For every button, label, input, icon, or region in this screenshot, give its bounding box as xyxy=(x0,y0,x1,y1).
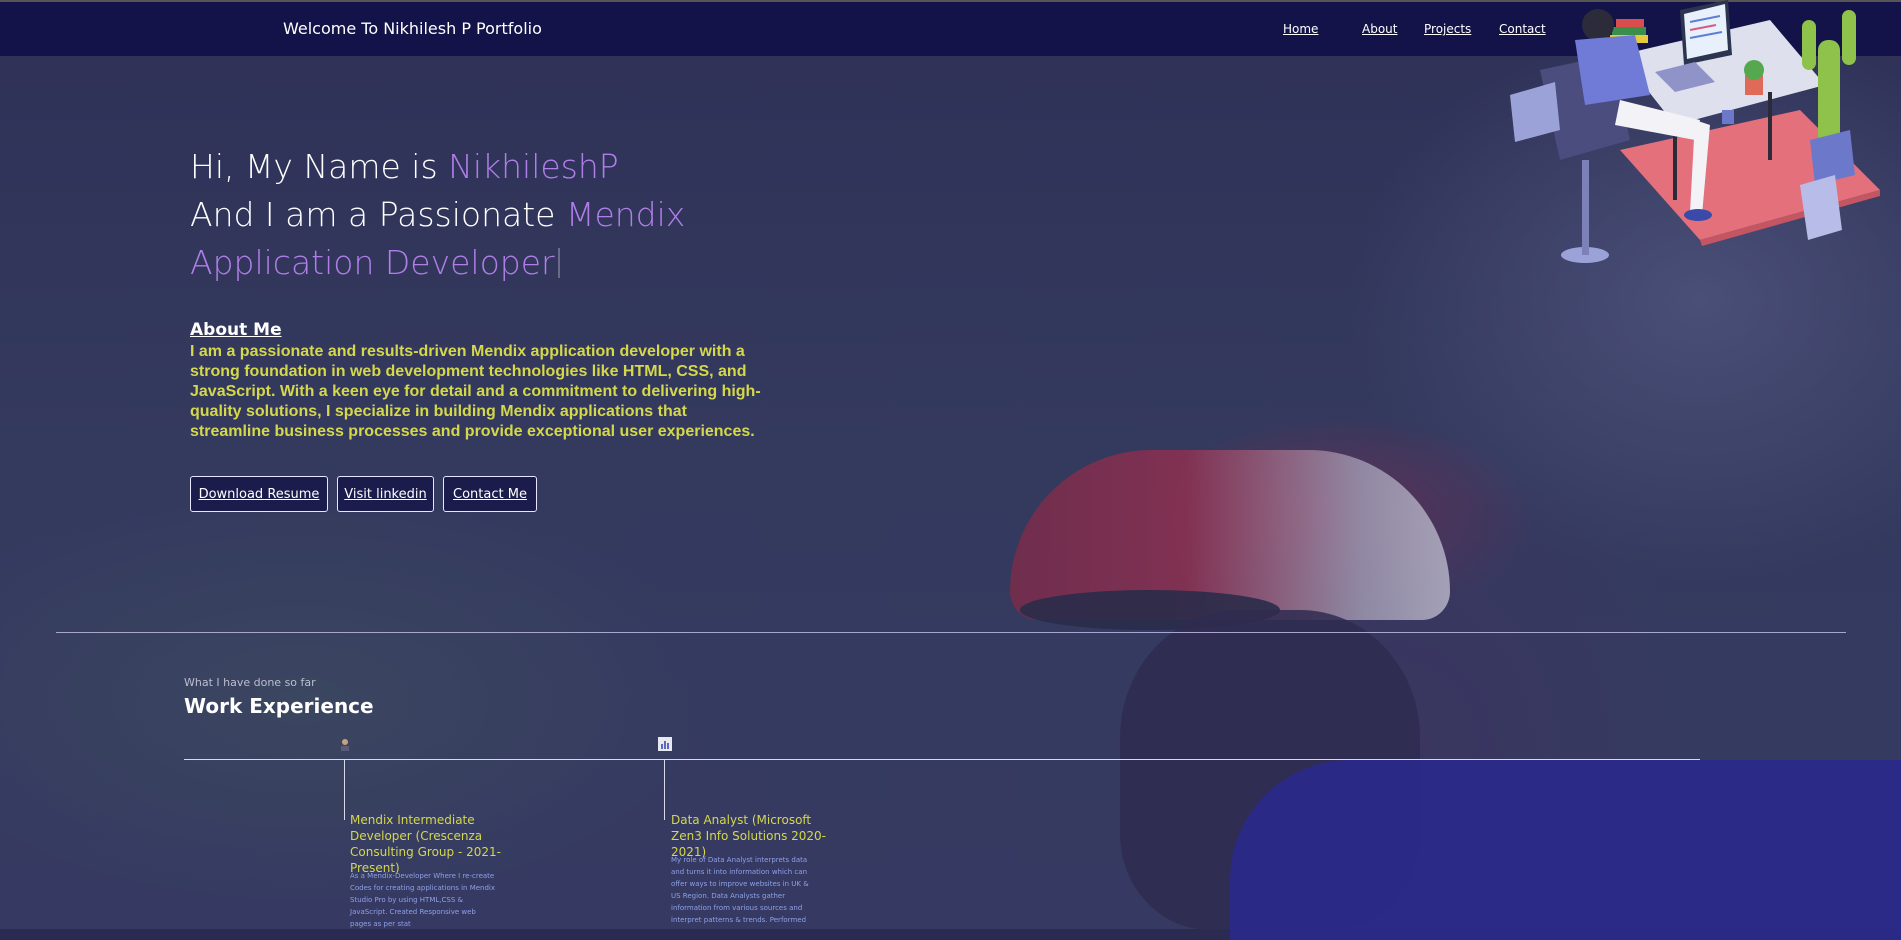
hero-role-title: Application Developer xyxy=(190,243,555,282)
job-desc-2: My role of Data Analyst interprets data … xyxy=(671,856,809,924)
job-desc-1: As a Mendix-Developer Where I re-create … xyxy=(350,872,496,928)
illus-person-body xyxy=(1575,35,1650,105)
illus-cup xyxy=(1722,110,1734,124)
typing-caret xyxy=(557,248,560,278)
visit-linkedin-button[interactable]: Visit linkedin xyxy=(337,476,434,512)
work-title: Work Experience xyxy=(184,694,374,718)
download-resume-button[interactable]: Download Resume xyxy=(190,476,328,512)
hero-role-prefix: And I am a Passionate xyxy=(190,195,566,234)
navbar-brand: Welcome To Nikhilesh P Portfolio xyxy=(283,19,542,38)
job-title-1: Mendix Intermediate Developer (Crescenza… xyxy=(350,813,501,875)
photo-shirt xyxy=(1230,760,1901,940)
nav-about[interactable]: About xyxy=(1362,22,1397,36)
about-title: About Me xyxy=(190,320,282,340)
job-developer-icon xyxy=(338,738,352,752)
illus-person-head xyxy=(1582,9,1614,41)
timeline-stem-2 xyxy=(664,760,665,820)
job-analyst-icon xyxy=(658,737,672,751)
job-title-2: Data Analyst (Microsoft Zen3 Info Soluti… xyxy=(671,813,827,859)
contact-me-button[interactable]: Contact Me xyxy=(443,476,537,512)
hero-role-mendix: Mendix xyxy=(565,195,686,234)
nav-home[interactable]: Home xyxy=(1283,22,1318,36)
work-subtitle: What I have done so far xyxy=(184,676,316,689)
illus-person-shoe xyxy=(1684,209,1712,221)
hero-line-1: Hi, My Name is NikhileshP xyxy=(190,147,619,186)
illus-bin xyxy=(1800,175,1842,240)
hero-line-3: Application Developer xyxy=(190,243,560,282)
hero-name: NikhileshP xyxy=(448,147,619,186)
work-timeline xyxy=(184,759,1700,760)
nav-projects[interactable]: Projects xyxy=(1424,22,1471,36)
illus-chair-back xyxy=(1510,82,1560,142)
hero-greeting: Hi, My Name is xyxy=(190,147,449,186)
developer-illustration xyxy=(1510,0,1880,263)
hero-line-2: And I am a Passionate Mendix xyxy=(190,195,685,234)
section-divider xyxy=(56,632,1846,633)
timeline-stem-1 xyxy=(344,760,345,820)
about-text: I am a passionate and results-driven Men… xyxy=(190,343,761,440)
